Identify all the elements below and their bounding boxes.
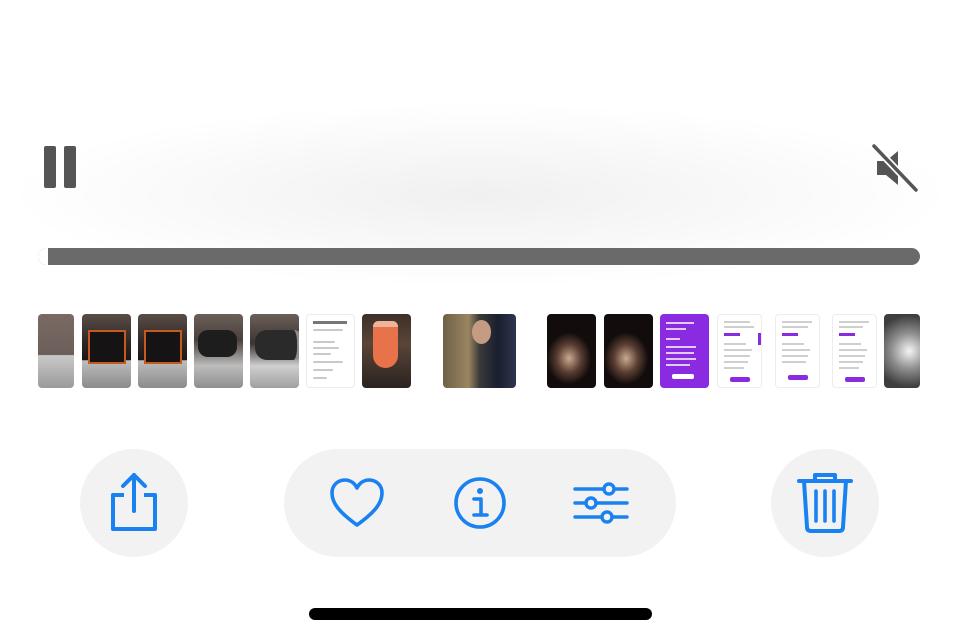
speaker-muted-icon [870, 142, 920, 194]
info-icon [454, 477, 506, 529]
filmstrip-thumb-image[interactable] [884, 314, 920, 388]
filmstrip-thumb-receipt[interactable] [306, 314, 355, 388]
trash-icon [797, 473, 853, 533]
filmstrip-thumb-app-screen[interactable] [717, 314, 762, 388]
mute-button[interactable] [868, 142, 920, 194]
playback-position [38, 248, 48, 265]
home-indicator[interactable] [309, 608, 652, 620]
photo-filmstrip[interactable] [0, 314, 960, 390]
info-button[interactable] [446, 469, 514, 537]
filmstrip-thumb-wedding[interactable] [443, 314, 516, 388]
playback-scrubber[interactable] [38, 248, 920, 265]
filmstrip-thumb-app-screen[interactable] [775, 314, 820, 388]
filmstrip-thumb-lens[interactable] [250, 314, 299, 388]
adjust-button[interactable] [567, 469, 635, 537]
favorite-button[interactable] [323, 469, 391, 537]
filmstrip-thumb-camera-box[interactable] [38, 314, 74, 388]
pause-icon-bar [64, 146, 76, 188]
filmstrip-thumb-night-party[interactable] [604, 314, 653, 388]
filmstrip-thumb-app-screen[interactable] [832, 314, 877, 388]
pause-icon [44, 146, 56, 188]
sliders-icon [573, 482, 629, 524]
photo-actions-group [284, 449, 676, 557]
filmstrip-thumb-night-party[interactable] [547, 314, 596, 388]
delete-button[interactable] [771, 449, 879, 557]
share-icon [111, 473, 157, 531]
filmstrip-thumb-lens[interactable] [194, 314, 243, 388]
filmstrip-thumb-purple-app[interactable] [660, 314, 709, 388]
filmstrip-thumb-camera-box[interactable] [82, 314, 131, 388]
controls-backdrop [0, 90, 960, 300]
filmstrip-thumb-camera-box[interactable] [138, 314, 187, 388]
share-button[interactable] [80, 449, 188, 557]
heart-icon [330, 478, 384, 527]
pause-button[interactable] [44, 146, 78, 188]
filmstrip-thumb-cup[interactable] [362, 314, 411, 388]
